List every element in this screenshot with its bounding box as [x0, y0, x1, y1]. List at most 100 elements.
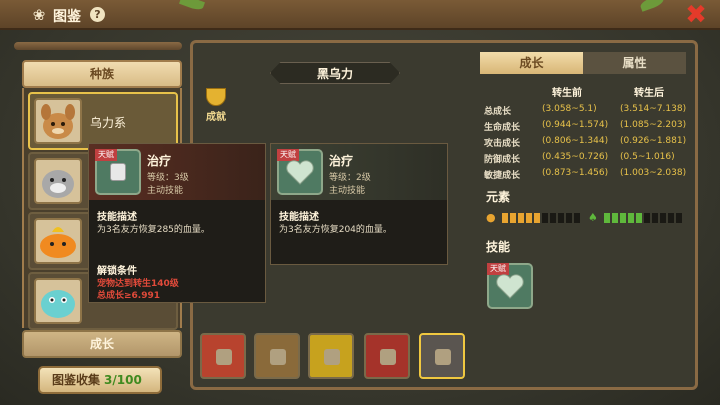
skin-slot-3[interactable] — [308, 333, 354, 379]
top-bar: ❀ 图鉴 ? ✖ — [0, 0, 720, 30]
collection-count: 3/100 — [104, 373, 142, 387]
skill-desc-title: 技能描述 — [279, 212, 319, 223]
stat-row: 攻击成长 (0.806~1.344) (0.926~1.881) — [484, 136, 688, 152]
element-bar-segment — [574, 213, 580, 223]
stat-row: 防御成长 (0.435~0.726) (0.5~1.016) — [484, 152, 688, 168]
stat-label: 总成长 — [484, 107, 512, 117]
stat-before: (0.944~1.574) — [542, 120, 609, 130]
element-bar-segment — [502, 213, 508, 223]
stat-after: (1.003~2.038) — [620, 168, 687, 178]
earth-icon: ● — [486, 211, 496, 224]
wuli-avatar-icon — [41, 104, 75, 139]
element-bar-segment — [620, 213, 626, 223]
stat-after: (0.5~1.016) — [620, 152, 675, 162]
lock-icon — [216, 349, 232, 365]
growth-tab-button[interactable]: 成长 — [22, 330, 182, 358]
help-icon[interactable]: ? — [90, 7, 105, 22]
element-bar-segment — [526, 213, 532, 223]
element-bar-segment — [510, 213, 516, 223]
family-item-label: 乌力系 — [90, 116, 127, 130]
lock-icon — [324, 349, 340, 365]
stat-label: 敏捷成长 — [484, 171, 521, 181]
trophy-icon — [206, 88, 226, 106]
skill-level: 等级：2级 — [329, 173, 371, 183]
skill-name: 治疗 — [147, 154, 172, 168]
leaf-decoration — [179, 0, 205, 12]
element-bar-segment — [660, 213, 666, 223]
family-header: 种族 — [22, 60, 182, 88]
heal-skill-slot[interactable]: 天赋 — [487, 263, 533, 309]
achievement-button[interactable]: 成就 — [203, 88, 229, 123]
element-bar-segment — [628, 213, 634, 223]
unlock-growth-condition: 总成长≥6.991 — [97, 291, 161, 301]
skin-slot-1[interactable] — [200, 333, 246, 379]
element-bar-segment — [566, 213, 572, 223]
tab-attributes[interactable]: 属性 — [583, 52, 686, 74]
collection-button[interactable]: 图鉴收集 3/100 — [38, 366, 162, 394]
lock-icon — [435, 349, 451, 365]
heal-skill-icon: 天赋 — [277, 149, 323, 195]
collection-label: 图鉴收集 — [52, 373, 101, 387]
stat-before: (0.806~1.344) — [542, 136, 609, 146]
skills-title: 技能 — [486, 240, 511, 254]
cyan-creature-avatar-icon — [41, 290, 75, 318]
stat-after: (1.085~2.203) — [620, 120, 687, 130]
branch-decoration — [14, 42, 182, 50]
stat-before: (0.873~1.456) — [542, 168, 609, 178]
unlock-title: 解锁条件 — [97, 266, 137, 277]
stat-row: 生命成长 (0.944~1.574) (1.085~2.203) — [484, 120, 688, 136]
element-bar-segment — [644, 213, 650, 223]
page-title: 图鉴 — [53, 9, 81, 25]
pet-avatar — [34, 98, 82, 144]
tab-growth[interactable]: 成长 — [480, 52, 583, 74]
element-bar-segment — [534, 213, 540, 223]
gray-beast-avatar-icon — [42, 170, 74, 198]
element-bar-segment — [550, 213, 556, 223]
game-screen: ❀ 图鉴 ? ✖ 种族 乌力系 成长 图鉴收集 3/100 黑乌力 成就 天赋 … — [0, 0, 720, 405]
wood-element-bar: ♠ — [588, 212, 684, 224]
stat-label: 攻击成长 — [484, 139, 521, 149]
pet-avatar — [34, 278, 82, 324]
skill-level: 等级：3级 — [147, 173, 189, 183]
pet-name-plate: 黑乌力 — [270, 62, 400, 84]
stat-after: (0.926~1.881) — [620, 136, 687, 146]
skill-tooltip: 天赋 治疗 等级：2级 主动技能 技能描述 为3名友方恢复204的血量。 — [270, 143, 448, 265]
stat-row: 总成长 (3.058~5.1) (3.514~7.138) — [484, 104, 688, 120]
lock-icon — [270, 349, 286, 365]
lock-icon — [110, 163, 126, 181]
stat-before: (3.058~5.1) — [542, 104, 597, 114]
skill-type: 主动技能 — [329, 186, 366, 196]
col-after-header: 转生后 — [634, 88, 664, 99]
skill-desc-title: 技能描述 — [97, 212, 137, 223]
stat-after: (3.514~7.138) — [620, 104, 687, 114]
close-icon[interactable]: ✖ — [684, 2, 708, 28]
stat-label: 防御成长 — [484, 155, 521, 165]
element-bar-segment — [518, 213, 524, 223]
element-bar-segment — [558, 213, 564, 223]
earth-element-bar: ● — [486, 212, 582, 224]
element-title: 元素 — [486, 190, 511, 204]
stat-row: 敏捷成长 (0.873~1.456) (1.003~2.038) — [484, 168, 688, 184]
heart-icon — [496, 274, 524, 299]
element-bar-segment — [676, 213, 682, 223]
heart-icon — [286, 160, 314, 185]
stat-label: 生命成长 — [484, 123, 521, 133]
skill-desc-text: 为3名友方恢复285的血量。 — [97, 225, 210, 235]
skin-slot-2[interactable] — [254, 333, 300, 379]
col-before-header: 转生前 — [552, 88, 582, 99]
skill-tooltip-locked: 天赋 治疗 等级：3级 主动技能 技能描述 为3名友方恢复285的血量。 解锁条… — [88, 143, 266, 303]
stat-before: (0.435~0.726) — [542, 152, 609, 162]
element-bar-segment — [668, 213, 674, 223]
family-item-wuli[interactable]: 乌力系 — [28, 92, 178, 150]
element-bar-segment — [652, 213, 658, 223]
paw-icon: ❀ — [32, 6, 46, 24]
orange-blob-avatar-icon — [40, 227, 76, 258]
skill-name: 治疗 — [329, 154, 354, 168]
skin-slot-4[interactable] — [364, 333, 410, 379]
leaf-icon: ♠ — [588, 211, 598, 224]
talent-tag: 天赋 — [95, 149, 117, 161]
skin-slot-5[interactable] — [419, 333, 465, 379]
pet-avatar — [34, 218, 82, 264]
heal-skill-icon: 天赋 — [95, 149, 141, 195]
element-bar-segment — [604, 213, 610, 223]
